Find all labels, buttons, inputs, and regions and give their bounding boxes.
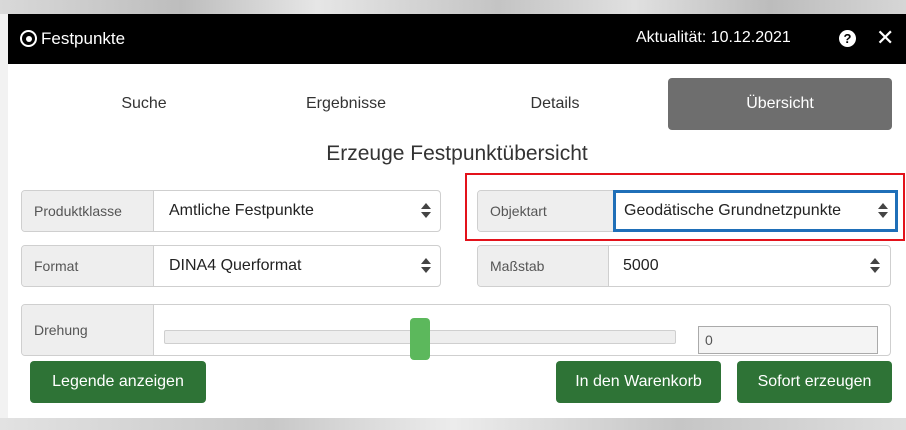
objektart-select[interactable]: Geodätische Grundnetzpunkte <box>613 190 898 232</box>
tab-ergebnisse[interactable]: Ergebnisse <box>262 78 430 130</box>
create-now-button[interactable]: Sofort erzeugen <box>737 361 892 403</box>
select-arrows-icon <box>421 258 431 274</box>
actuality-date: Aktualität: 10.12.2021 <box>636 29 791 46</box>
produktklasse-select[interactable]: Produktklasse Amtliche Festpunkte <box>21 190 441 232</box>
background-map-strip <box>0 418 906 430</box>
background-map-strip <box>0 0 906 14</box>
tab-suche[interactable]: Suche <box>60 78 228 130</box>
format-label: Format <box>22 246 154 286</box>
tab-details[interactable]: Details <box>471 78 639 130</box>
objektart-addon: Objektart <box>477 190 617 232</box>
help-icon[interactable]: ? <box>839 30 856 47</box>
festpunkte-dialog: Festpunkte Aktualität: 10.12.2021 ? ✕ Su… <box>8 14 906 418</box>
objektart-label: Objektart <box>478 191 616 231</box>
select-arrows-icon <box>870 258 880 274</box>
drehung-slider-handle[interactable] <box>410 318 430 360</box>
target-icon <box>20 30 37 47</box>
massstab-label: Maßstab <box>478 246 609 286</box>
close-icon[interactable]: ✕ <box>876 25 894 51</box>
drehung-angle-input[interactable]: 0 <box>698 326 878 354</box>
add-to-cart-button[interactable]: In den Warenkorb <box>556 361 721 403</box>
tab-uebersicht[interactable]: Übersicht <box>668 78 892 130</box>
section-title: Erzeuge Festpunktübersicht <box>326 142 588 165</box>
produktklasse-label: Produktklasse <box>22 191 154 231</box>
drehung-label: Drehung <box>22 305 154 355</box>
produktklasse-value: Amtliche Festpunkte <box>169 202 314 219</box>
select-arrows-icon <box>421 203 431 219</box>
format-select[interactable]: Format DINA4 Querformat <box>21 245 441 287</box>
title-bar: Festpunkte Aktualität: 10.12.2021 ? ✕ <box>8 14 906 64</box>
massstab-value: 5000 <box>623 257 659 274</box>
legend-button[interactable]: Legende anzeigen <box>30 361 206 403</box>
massstab-select[interactable]: Maßstab 5000 <box>477 245 891 287</box>
dialog-title: Festpunkte <box>41 29 126 48</box>
format-value: DINA4 Querformat <box>169 257 302 274</box>
select-arrows-icon <box>878 203 888 219</box>
objektart-value: Geodätische Grundnetzpunkte <box>624 202 842 219</box>
